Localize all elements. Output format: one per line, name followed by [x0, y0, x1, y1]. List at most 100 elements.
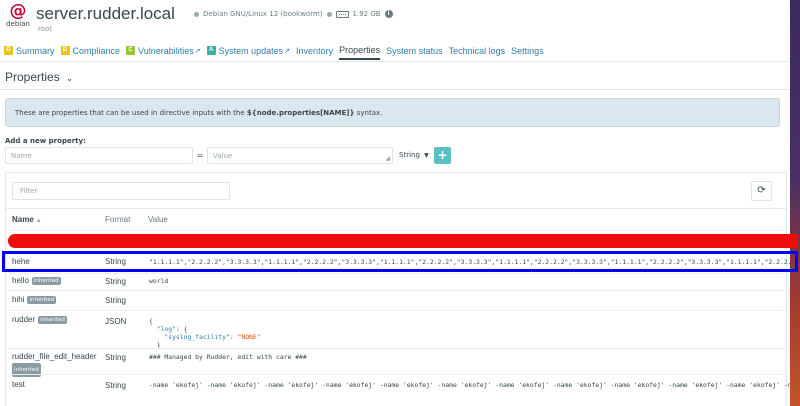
tab-label: Technical logs [448, 45, 506, 56]
json-colon: : [229, 333, 238, 341]
info-text-suffix: syntax. [354, 109, 383, 117]
inherited-badge: inherited [38, 315, 67, 324]
filter-input[interactable]: Filter [12, 182, 230, 200]
tab-inventory[interactable]: Inventory [296, 41, 333, 60]
refresh-button[interactable]: ⟳ [751, 181, 772, 201]
property-format: String [105, 353, 126, 362]
chevron-down-icon: ⌄ [65, 73, 74, 83]
table-toolbar-divider [5, 208, 787, 209]
tab-system-updates[interactable]: A System updates ↗ [206, 41, 291, 60]
json-value: { "log": { "syslog_facility": "NONE" } [149, 317, 261, 349]
separator-dot-icon [326, 11, 332, 17]
ram-icon [335, 10, 349, 18]
property-format: JSON [105, 317, 127, 326]
row-divider [5, 348, 787, 349]
row-divider [5, 374, 787, 375]
format-selected: String [399, 151, 420, 159]
json-brace: : { [175, 325, 188, 333]
property-value: ### Managed by Rudder, edit with care ##… [149, 353, 307, 361]
inherited-badge: inherited [27, 295, 57, 304]
property-value: world [149, 277, 169, 285]
tab-summary[interactable]: D Summary [4, 41, 55, 60]
json-brace: { [149, 317, 153, 325]
equals-sign: = [193, 147, 207, 164]
section-title: Properties [5, 70, 60, 84]
caret-down-icon: ▼ [424, 152, 429, 159]
info-syntax: ${node.properties[NAME]} [246, 109, 355, 117]
info-text-prefix: These are properties that can be used in… [15, 109, 247, 117]
redaction-bar [8, 234, 798, 248]
resize-handle-icon[interactable]: ◢ [385, 155, 390, 162]
inherited-badge: inherited [31, 276, 61, 285]
highlight-box [2, 251, 798, 272]
os-logo-label: debian [6, 20, 30, 28]
score-badge-system-updates: A [206, 46, 216, 55]
os-name: Debian GNU/Linux 12 (bookworm) [203, 10, 323, 18]
tab-label: System status [386, 45, 443, 56]
column-header-name[interactable]: Name ▲ [12, 215, 42, 224]
external-link-icon: ↗ [194, 47, 201, 55]
tab-label: Properties [339, 44, 381, 55]
add-property-label: Add a new property: [5, 137, 86, 145]
info-icon[interactable]: i [384, 10, 393, 18]
separator-dot-icon [194, 11, 199, 17]
property-name: hihi [12, 295, 25, 304]
tab-label: Inventory [296, 45, 334, 56]
property-name-cell: rudder inherited [12, 315, 67, 324]
property-name: rudder_file_edit_header [12, 352, 97, 361]
json-key: "log" [156, 325, 176, 333]
row-divider [5, 310, 787, 311]
tab-system-status[interactable]: System status [386, 41, 443, 60]
section-header[interactable]: Properties ⌄ [5, 70, 73, 84]
property-value: -name 'ekofej' -name 'ekofej' -name 'eko… [149, 381, 790, 389]
score-badge-summary: D [4, 46, 13, 55]
row-divider [5, 273, 787, 274]
debian-swirl-icon: @ [9, 1, 27, 21]
tab-settings[interactable]: Settings [511, 41, 544, 60]
tabs-divider [0, 61, 790, 62]
sort-asc-icon: ▲ [35, 218, 42, 224]
properties-info-alert: These are properties that can be used in… [5, 98, 780, 127]
value-placeholder: Value [213, 152, 233, 160]
property-name-input[interactable]: Name [5, 147, 193, 164]
json-key: "syslog_facility" [164, 333, 230, 341]
node-details-page: @ debian server.rudder.local Debian GNU/… [0, 0, 790, 406]
property-name: test [12, 380, 25, 389]
format-select[interactable]: String ▼ [395, 147, 431, 164]
add-property-button[interactable]: + [434, 147, 451, 164]
header-divider [5, 230, 787, 231]
column-header-value[interactable]: Value [148, 215, 168, 224]
row-divider [5, 290, 787, 291]
property-name-cell: hihi inherited [12, 295, 57, 304]
node-user: root [38, 25, 53, 33]
tab-label: Vulnerabilities [138, 45, 194, 56]
property-name-cell: hello inherited [12, 276, 61, 285]
tab-vulnerabilities[interactable]: C Vulnerabilities ↗ [126, 41, 201, 60]
column-header-format[interactable]: Format [105, 215, 130, 224]
tab-label: Compliance [72, 45, 121, 56]
tab-label: Summary [16, 45, 55, 56]
section-divider [0, 89, 790, 90]
tab-label: System updates [218, 45, 284, 56]
refresh-icon: ⟳ [757, 185, 766, 196]
property-format: String [105, 277, 126, 286]
property-format: String [105, 381, 126, 390]
property-format: String [105, 296, 126, 305]
ram-size: 1.92 GB [352, 10, 381, 18]
tab-properties[interactable]: Properties [339, 41, 381, 60]
node-meta: Debian GNU/Linux 12 (bookworm) 1.92 GB i [194, 10, 393, 18]
node-tabs: D Summary D Compliance C Vulnerabilities… [4, 41, 550, 60]
external-link-icon: ↗ [284, 47, 291, 55]
property-name: hello [12, 276, 29, 285]
tab-technical-logs[interactable]: Technical logs [449, 41, 506, 60]
column-name-label: Name [12, 215, 34, 224]
tab-label: Settings [511, 45, 544, 56]
os-logo: @ debian [5, 3, 31, 33]
property-name: rudder [12, 315, 36, 324]
score-badge-compliance: D [60, 46, 70, 55]
json-string: "NONE" [237, 333, 261, 341]
score-badge-vulnerabilities: C [126, 46, 136, 55]
node-hostname: server.rudder.local [36, 4, 175, 23]
tab-compliance[interactable]: D Compliance [60, 41, 121, 60]
property-value-input[interactable]: Value ◢ [207, 147, 393, 164]
